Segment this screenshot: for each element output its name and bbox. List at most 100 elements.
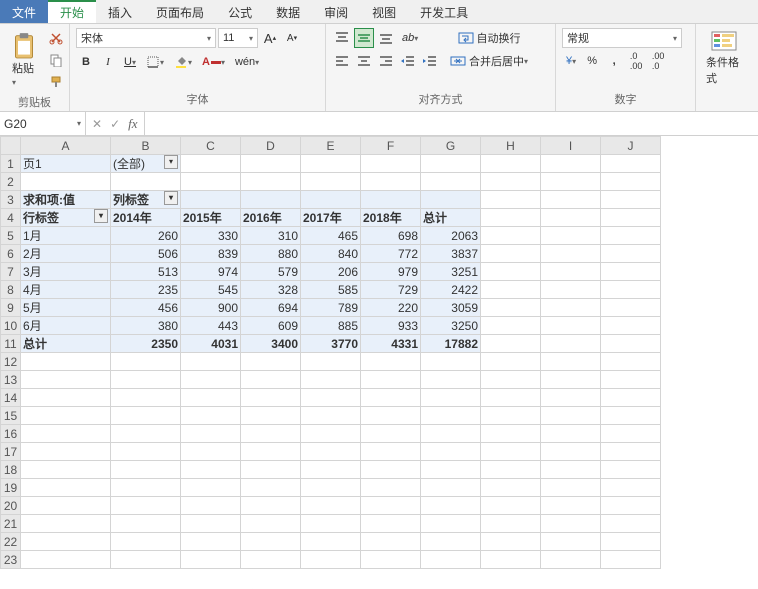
cell[interactable] xyxy=(361,155,421,173)
tab-公式[interactable]: 公式 xyxy=(216,0,264,23)
align-left-button[interactable] xyxy=(332,51,352,71)
cell[interactable] xyxy=(21,173,111,191)
col-header-H[interactable]: H xyxy=(481,137,541,155)
cell[interactable] xyxy=(421,497,481,515)
cell[interactable] xyxy=(21,407,111,425)
row-header-18[interactable]: 18 xyxy=(1,461,21,479)
cell[interactable]: 行标签▾ xyxy=(21,209,111,227)
cell[interactable]: 545 xyxy=(181,281,241,299)
font-family-select[interactable]: 宋体▾ xyxy=(76,28,216,48)
cell[interactable]: 885 xyxy=(301,317,361,335)
cell[interactable] xyxy=(421,479,481,497)
underline-button[interactable]: U ▾ xyxy=(120,52,140,72)
cell[interactable] xyxy=(481,281,541,299)
cell[interactable]: 506 xyxy=(111,245,181,263)
align-middle-button[interactable] xyxy=(354,28,374,48)
row-header-1[interactable]: 1 xyxy=(1,155,21,173)
cell[interactable]: 3月 xyxy=(21,263,111,281)
cell[interactable] xyxy=(481,443,541,461)
cell[interactable] xyxy=(601,389,661,407)
cell[interactable]: 974 xyxy=(181,263,241,281)
cell[interactable] xyxy=(541,497,601,515)
cell[interactable] xyxy=(541,281,601,299)
cell[interactable] xyxy=(111,425,181,443)
cell[interactable]: 5月 xyxy=(21,299,111,317)
cell[interactable] xyxy=(301,191,361,209)
cell[interactable] xyxy=(481,533,541,551)
cell[interactable] xyxy=(601,227,661,245)
bold-button[interactable]: B xyxy=(76,52,96,72)
cell[interactable] xyxy=(301,173,361,191)
cell[interactable] xyxy=(601,533,661,551)
cell[interactable]: 456 xyxy=(111,299,181,317)
orientation-button[interactable]: ab▾ xyxy=(398,28,422,48)
cell[interactable] xyxy=(541,155,601,173)
cell[interactable]: 1月 xyxy=(21,227,111,245)
cell[interactable] xyxy=(111,479,181,497)
cell[interactable]: 694 xyxy=(241,299,301,317)
cell[interactable] xyxy=(601,317,661,335)
cell[interactable] xyxy=(421,443,481,461)
cell[interactable] xyxy=(601,461,661,479)
cell[interactable] xyxy=(301,407,361,425)
cell[interactable]: 443 xyxy=(181,317,241,335)
cell[interactable] xyxy=(301,425,361,443)
cell[interactable] xyxy=(541,191,601,209)
cell[interactable] xyxy=(241,191,301,209)
cell[interactable] xyxy=(601,299,661,317)
row-header-19[interactable]: 19 xyxy=(1,479,21,497)
cell[interactable] xyxy=(111,497,181,515)
font-size-select[interactable]: 11▾ xyxy=(218,28,258,48)
cell[interactable] xyxy=(111,389,181,407)
number-format-select[interactable]: 常规▾ xyxy=(562,28,682,48)
cell[interactable] xyxy=(111,551,181,569)
wrap-text-button[interactable]: 自动换行 xyxy=(446,28,532,48)
filter-button[interactable]: ▾ xyxy=(164,155,178,169)
cell[interactable] xyxy=(181,407,241,425)
cell[interactable] xyxy=(361,425,421,443)
format-painter-button[interactable] xyxy=(46,72,66,92)
cell[interactable] xyxy=(601,263,661,281)
cell[interactable] xyxy=(181,551,241,569)
cell[interactable] xyxy=(421,461,481,479)
cell[interactable] xyxy=(481,191,541,209)
cell[interactable] xyxy=(301,443,361,461)
cell[interactable] xyxy=(21,533,111,551)
col-header-C[interactable]: C xyxy=(181,137,241,155)
cell[interactable] xyxy=(541,479,601,497)
cell[interactable] xyxy=(241,461,301,479)
conditional-format-button[interactable]: 条件格式 xyxy=(702,28,746,88)
cell[interactable] xyxy=(541,317,601,335)
cell[interactable]: 330 xyxy=(181,227,241,245)
tab-插入[interactable]: 插入 xyxy=(96,0,144,23)
cell[interactable] xyxy=(601,191,661,209)
cell[interactable] xyxy=(421,407,481,425)
cell[interactable] xyxy=(301,515,361,533)
cell[interactable]: 310 xyxy=(241,227,301,245)
cell[interactable] xyxy=(181,191,241,209)
select-all-corner[interactable] xyxy=(1,137,21,155)
cell[interactable] xyxy=(181,353,241,371)
cell[interactable] xyxy=(541,443,601,461)
cell[interactable] xyxy=(361,173,421,191)
cell[interactable]: 789 xyxy=(301,299,361,317)
cell[interactable] xyxy=(541,533,601,551)
col-header-J[interactable]: J xyxy=(601,137,661,155)
cell[interactable]: 609 xyxy=(241,317,301,335)
cell[interactable] xyxy=(21,443,111,461)
cell[interactable]: 2017年 xyxy=(301,209,361,227)
cell[interactable] xyxy=(481,551,541,569)
cell[interactable]: 总计 xyxy=(21,335,111,353)
cell[interactable]: 2015年 xyxy=(181,209,241,227)
cell[interactable] xyxy=(241,497,301,515)
cell[interactable] xyxy=(421,551,481,569)
cell[interactable] xyxy=(301,533,361,551)
cell[interactable] xyxy=(601,155,661,173)
cell[interactable] xyxy=(481,407,541,425)
cell[interactable]: 2063 xyxy=(421,227,481,245)
increase-indent-button[interactable] xyxy=(420,51,440,71)
cell[interactable] xyxy=(21,425,111,443)
cell[interactable] xyxy=(301,371,361,389)
cell[interactable] xyxy=(361,407,421,425)
tab-审阅[interactable]: 审阅 xyxy=(312,0,360,23)
